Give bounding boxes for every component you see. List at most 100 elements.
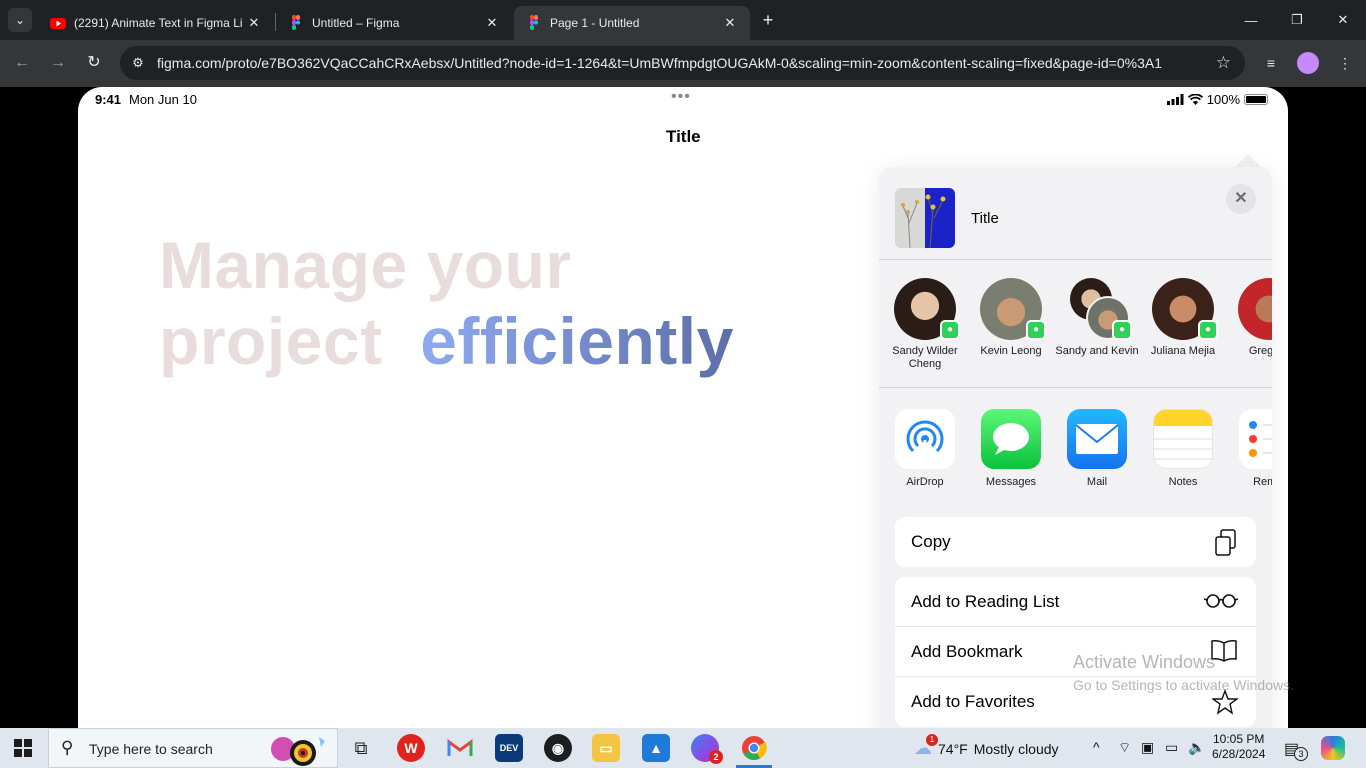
figma-icon <box>292 15 300 30</box>
tab-title: Untitled – Figma <box>312 16 400 30</box>
weather-widget[interactable]: ☁ 1 74°F Mostly cloudy <box>914 734 1059 759</box>
action-label: Add Bookmark <box>911 642 1023 661</box>
headline-line-2: project efficiently <box>159 303 734 379</box>
person-kevin-leong[interactable]: ● Kevin Leong <box>968 278 1054 358</box>
search-highlight-art-icon <box>271 737 325 766</box>
media-controls-icon[interactable]: ≡ <box>1260 52 1282 74</box>
reload-icon[interactable]: ↻ <box>82 51 106 75</box>
person-sandy-and-kevin[interactable]: ● Sandy and Kevin <box>1054 278 1140 358</box>
minimize-icon[interactable]: — <box>1228 0 1274 40</box>
youtube-icon <box>50 18 66 29</box>
wps-office-icon[interactable]: W <box>397 734 425 762</box>
device-icon[interactable]: ▣ <box>1141 739 1154 756</box>
share-title: Title <box>971 210 999 227</box>
messages-badge-icon: ● <box>1026 320 1046 340</box>
address-bar[interactable]: ⚙ figma.com/proto/e7BO362VQaCCahCRxAebsx… <box>120 46 1245 80</box>
app-name: Mail <box>1086 476 1108 488</box>
taskbar-clock[interactable]: 10:05 PM 6/28/2024 <box>1212 732 1265 762</box>
app-reminders[interactable]: Remin <box>1226 409 1272 488</box>
tab-close-icon[interactable]: ✕ <box>246 15 262 31</box>
person-sandy-wilder-cheng[interactable]: ● Sandy Wilder Cheng <box>882 278 968 371</box>
action-label: Copy <box>911 532 951 551</box>
glasses-icon <box>1204 594 1238 608</box>
avatar: ● <box>894 278 960 340</box>
action-label: Add to Favorites <box>911 692 1035 711</box>
notifications-icon[interactable]: ▤ 3 <box>1284 739 1308 761</box>
person-greg[interactable]: Greg Ap <box>1226 278 1272 358</box>
avatar: ● <box>1152 278 1218 340</box>
messenger-icon[interactable]: 2 <box>691 734 723 764</box>
clock-date: 6/28/2024 <box>1212 747 1266 761</box>
menu-kebab-icon[interactable]: ⋮ <box>1334 52 1356 74</box>
action-copy[interactable]: Copy <box>895 517 1256 567</box>
share-sheet: Title ✕ ● Sandy Wilder Cheng ● Kevin Leo… <box>879 167 1272 728</box>
app-name: AirDrop <box>906 476 944 488</box>
photos-icon[interactable]: ▲ <box>642 734 670 762</box>
app-messages[interactable]: Messages <box>968 409 1054 488</box>
battery-tray-icon[interactable]: ▭ <box>1165 739 1178 756</box>
headline-plain-word: project <box>159 304 383 378</box>
tab-search-chevron-icon[interactable]: ⌄ <box>8 8 32 32</box>
app-notes[interactable]: Notes <box>1140 409 1226 488</box>
figma-icon <box>530 15 538 30</box>
airdrop-icon <box>895 409 955 469</box>
copy-icon <box>1215 529 1236 556</box>
tab-close-icon[interactable]: ✕ <box>484 15 500 31</box>
close-icon[interactable]: ✕ <box>1226 184 1256 214</box>
action-label: Add to Reading List <box>911 592 1060 611</box>
tab-youtube[interactable]: (2291) Animate Text in Figma Li ✕ <box>38 6 274 40</box>
gmail-icon[interactable] <box>446 734 474 762</box>
tab-close-icon[interactable]: ✕ <box>722 15 738 31</box>
nav-title: Title <box>666 127 701 146</box>
people-row: ● Sandy Wilder Cheng ● Kevin Leong ● San… <box>879 260 1272 388</box>
github-icon[interactable]: ◉ <box>544 734 572 762</box>
tab-figma-untitled[interactable]: Untitled – Figma ✕ <box>276 6 512 40</box>
profile-avatar[interactable] <box>1297 52 1319 74</box>
person-name: Kevin Leong <box>980 345 1042 357</box>
bookmark-star-icon[interactable]: ☆ <box>1216 53 1231 73</box>
tab-figma-page[interactable]: Page 1 - Untitled ✕ <box>514 6 750 40</box>
reminders-icon <box>1239 409 1272 469</box>
multitasking-dots-icon[interactable]: ••• <box>671 88 691 106</box>
weather-condition: Mostly cloudy <box>973 740 1059 757</box>
avatar <box>1238 278 1272 340</box>
app-name: Notes <box>1168 476 1198 488</box>
battery-percent: 100% <box>1206 92 1240 107</box>
forward-icon[interactable]: → <box>46 51 70 75</box>
site-info-icon[interactable]: ⚙ <box>129 54 147 72</box>
messenger-badge: 2 <box>709 750 723 764</box>
copilot-icon[interactable] <box>1321 736 1345 760</box>
tab-title: (2291) Animate Text in Figma Li <box>74 16 243 30</box>
messages-badge-icon: ● <box>1112 320 1132 340</box>
share-thumbnail <box>895 188 955 248</box>
status-indicators: 100% <box>1166 92 1268 107</box>
new-tab-icon[interactable]: + <box>758 10 778 30</box>
url-text[interactable]: figma.com/proto/e7BO362VQaCCahCRxAebsx/U… <box>157 55 1162 71</box>
taskbar-search-box[interactable]: ⚲ Type here to search <box>48 728 338 768</box>
activate-windows-title: Activate Windows <box>1073 652 1216 672</box>
dev-tool-icon[interactable]: DEV <box>495 734 523 762</box>
back-icon[interactable]: ← <box>10 51 34 75</box>
chrome-icon[interactable] <box>740 734 768 762</box>
clock-time: 10:05 PM <box>1213 732 1265 746</box>
app-mail[interactable]: Mail <box>1054 409 1140 488</box>
app-airdrop[interactable]: AirDrop <box>882 409 968 488</box>
person-juliana-mejia[interactable]: ● Juliana Mejia <box>1140 278 1226 358</box>
ipad-frame: 9:41 Mon Jun 10 ••• 100% Title Manage yo… <box>78 87 1288 728</box>
share-sheet-header: Title ✕ <box>879 167 1272 260</box>
app-name: Messages <box>985 476 1037 488</box>
volume-icon[interactable]: 🔈 <box>1188 739 1205 756</box>
show-hidden-icons-chevron-icon[interactable]: ^ <box>1093 739 1100 755</box>
search-placeholder: Type here to search <box>89 741 213 757</box>
action-add-to-reading-list[interactable]: Add to Reading List <box>895 577 1256 627</box>
file-explorer-icon[interactable]: ▭ <box>592 734 620 762</box>
share-sheet-arrow <box>1234 154 1262 168</box>
browser-tab-bar: ⌄ (2291) Animate Text in Figma Li ✕ Unti… <box>0 0 1366 40</box>
network-icon[interactable]: ⌔ <box>1118 739 1131 757</box>
task-view-icon[interactable]: ⧉ <box>347 734 375 762</box>
restore-icon[interactable]: ❐ <box>1274 0 1320 40</box>
notes-icon <box>1153 409 1213 469</box>
close-window-icon[interactable]: ✕ <box>1320 0 1366 40</box>
headline: Manage your project efficiently <box>159 227 734 379</box>
windows-start-icon[interactable] <box>14 739 32 757</box>
